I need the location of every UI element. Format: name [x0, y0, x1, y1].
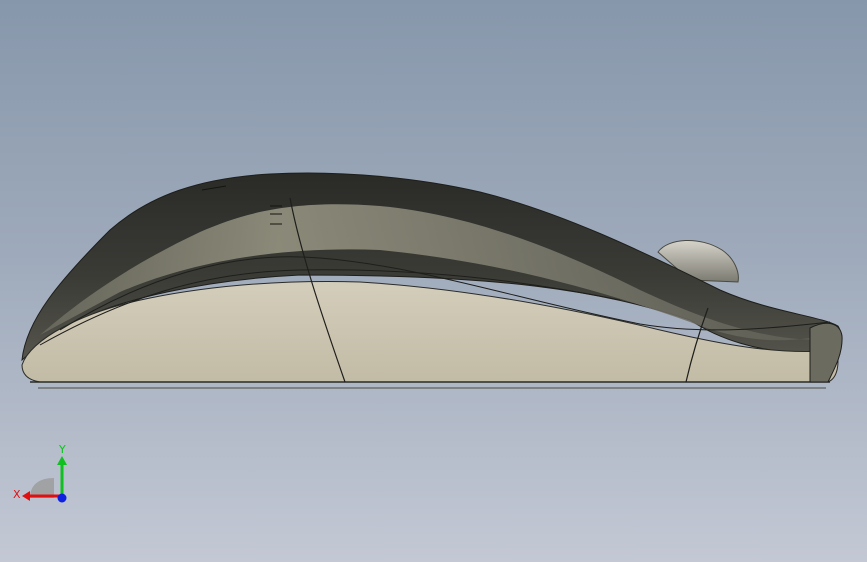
z-axis-dot: [57, 493, 67, 503]
mouse-3d-model[interactable]: [0, 0, 867, 562]
y-axis-label: Y: [58, 443, 66, 456]
x-axis-label: X: [13, 488, 21, 501]
x-axis-arrow: [22, 491, 30, 501]
cad-viewport[interactable]: X Y: [0, 0, 867, 562]
mouse-nose: [809, 322, 843, 383]
axis-triad: X Y: [13, 443, 67, 503]
y-axis-arrow: [57, 456, 67, 465]
